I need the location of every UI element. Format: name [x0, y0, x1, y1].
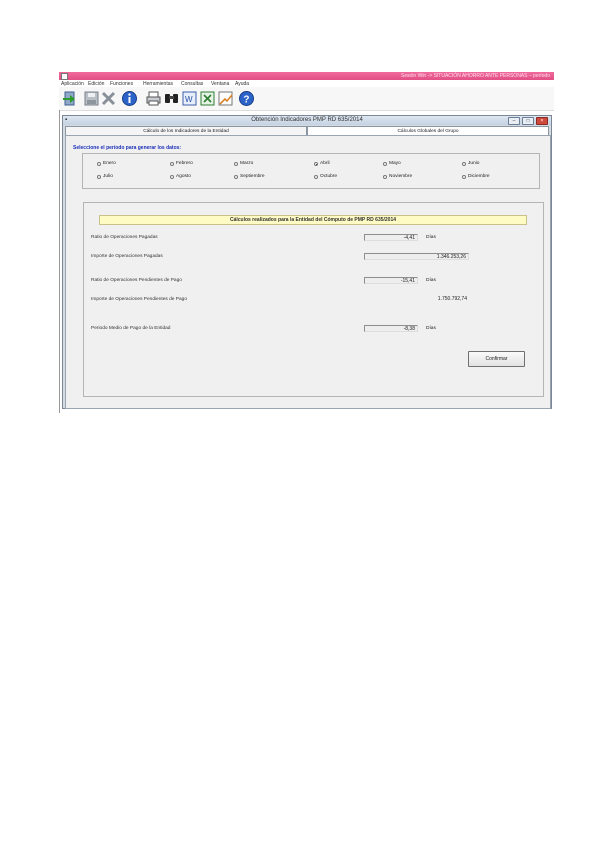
ratio-pending-unit: Días: [426, 278, 436, 283]
radio-dot: [462, 174, 466, 179]
ratio-pending-label: Ratio de Operaciones Pendientes de Pago: [91, 278, 182, 283]
period-label: Seleccione el período para generar los d…: [73, 145, 182, 151]
minimize-button[interactable]: –: [508, 117, 520, 125]
radio-enero[interactable]: Enero: [97, 161, 116, 166]
excel-export-icon[interactable]: [199, 90, 216, 107]
average-payment-unit: Días: [426, 326, 436, 331]
help-icon[interactable]: ?: [238, 90, 255, 107]
calculation-box: Cálculos realizados para la Entidad del …: [83, 202, 544, 397]
radio-dot: [170, 161, 174, 166]
window-titlebar: ▪ Obtención Indicadores PMP RD 635/2014 …: [63, 116, 551, 125]
tab-bar: Cálculo de los Indicadores de la Entidad…: [65, 126, 549, 137]
maximize-button[interactable]: □: [522, 117, 534, 125]
ratio-paid-value: -4,41: [364, 234, 418, 241]
radio-dot: [234, 174, 238, 179]
radio-octubre[interactable]: Octubre: [314, 174, 337, 179]
radio-dot: [383, 174, 387, 179]
average-payment-value: -8,38: [364, 325, 418, 332]
radio-diciembre[interactable]: Diciembre: [462, 174, 490, 179]
app-titlebar: Sesión Win -> SITUACIÓN AHORRO ANTE PERS…: [59, 72, 554, 80]
amount-paid-label: Importe de Operaciones Pagadas: [91, 254, 163, 259]
radio-febrero[interactable]: Febrero: [170, 161, 193, 166]
radio-dot: [97, 174, 101, 179]
radio-dot-selected: [314, 161, 318, 166]
amount-pending-value: 1.750.792,74: [437, 296, 467, 302]
word-export-icon[interactable]: W: [181, 90, 198, 107]
save-icon[interactable]: [83, 90, 100, 107]
radio-dot: [97, 161, 101, 166]
radio-dot: [170, 174, 174, 179]
ratio-paid-label: Ratio de Operaciones Pagadas: [91, 235, 158, 240]
radio-dot: [314, 174, 318, 179]
radio-mayo[interactable]: Mayo: [383, 161, 401, 166]
find-icon[interactable]: [163, 90, 180, 107]
left-border: [59, 110, 60, 413]
window-title: Obtención Indicadores PMP RD 635/2014: [251, 117, 363, 123]
chart-icon[interactable]: [217, 90, 234, 107]
ratio-paid-unit: Días: [426, 235, 436, 240]
svg-text:?: ?: [243, 94, 249, 105]
period-radio-group: Enero Febrero Marzo Abril Mayo Junio Jul…: [82, 153, 540, 189]
app-title: Sesión Win -> SITUACIÓN AHORRO ANTE PERS…: [400, 73, 550, 79]
delete-icon[interactable]: [100, 90, 117, 107]
radio-abril[interactable]: Abril: [314, 161, 330, 166]
application-frame: Sesión Win -> SITUACIÓN AHORRO ANTE PERS…: [59, 72, 554, 413]
average-payment-label: Periodo Medio de Pago de la Entidad: [91, 326, 171, 331]
amount-paid-value: 1.346.253,26: [364, 253, 469, 260]
radio-dot: [462, 161, 466, 166]
app-icon: [61, 73, 68, 80]
tab-panel: Seleccione el período para generar los d…: [65, 135, 551, 409]
toolbar: W ?: [59, 87, 554, 111]
info-icon[interactable]: [121, 90, 138, 107]
ratio-pending-value: -15,41: [364, 277, 418, 284]
indicators-window: ▪ Obtención Indicadores PMP RD 635/2014 …: [62, 115, 552, 409]
print-icon[interactable]: [145, 90, 162, 107]
radio-marzo[interactable]: Marzo: [234, 161, 253, 166]
radio-noviembre[interactable]: Noviembre: [383, 174, 412, 179]
radio-junio[interactable]: Junio: [462, 161, 479, 166]
exit-icon[interactable]: [61, 90, 78, 107]
radio-agosto[interactable]: Agosto: [170, 174, 191, 179]
radio-septiembre[interactable]: Septiembre: [234, 174, 265, 179]
calculation-title: Cálculos realizados para la Entidad del …: [99, 215, 527, 225]
amount-pending-label: Importe de Operaciones Pendientes de Pag…: [91, 297, 188, 302]
radio-dot: [234, 161, 238, 166]
close-button[interactable]: ×: [536, 117, 548, 125]
confirm-button[interactable]: Confirmar: [468, 351, 525, 367]
radio-julio[interactable]: Julio: [97, 174, 113, 179]
menu-bar: Aplicación Edición Funciones Herramienta…: [59, 80, 554, 87]
radio-dot: [383, 161, 387, 166]
svg-text:W: W: [185, 95, 193, 104]
